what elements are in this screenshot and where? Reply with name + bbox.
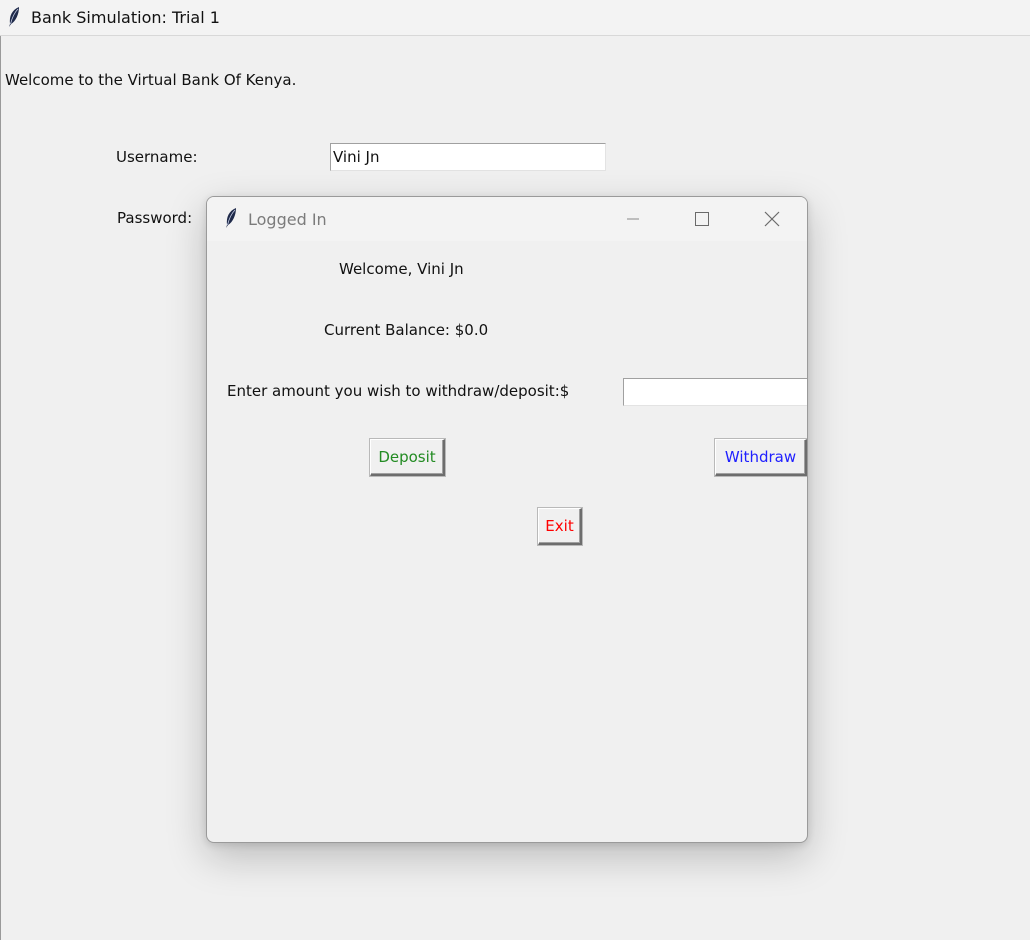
exit-button[interactable]: Exit — [538, 508, 582, 545]
dialog-content: Welcome, Vini Jn Current Balance: $0.0 E… — [207, 241, 807, 842]
withdraw-button[interactable]: Withdraw — [715, 439, 807, 476]
feather-icon — [226, 208, 236, 228]
amount-field[interactable] — [623, 378, 807, 406]
close-icon — [764, 211, 780, 227]
logged-in-dialog: Logged In Welcome, Vini Jn Current Balan… — [206, 196, 808, 843]
amount-prompt-label: Enter amount you wish to withdraw/deposi… — [227, 382, 570, 400]
minimize-button[interactable] — [610, 197, 656, 241]
close-button[interactable] — [749, 197, 795, 241]
minimize-icon — [627, 218, 639, 220]
balance-label: Current Balance: $0.0 — [324, 321, 489, 339]
feather-icon — [9, 7, 19, 27]
maximize-icon — [695, 212, 709, 226]
username-label: Username: — [116, 148, 198, 166]
main-titlebar[interactable]: Bank Simulation: Trial 1 — [0, 0, 1030, 36]
dialog-titlebar[interactable]: Logged In — [207, 197, 807, 241]
password-label: Password: — [117, 209, 193, 227]
maximize-button[interactable] — [679, 197, 725, 241]
window-border — [0, 36, 1, 940]
greeting-label: Welcome, Vini Jn — [339, 260, 464, 278]
deposit-button[interactable]: Deposit — [370, 439, 445, 476]
welcome-message: Welcome to the Virtual Bank Of Kenya. — [5, 71, 297, 89]
username-field[interactable] — [330, 143, 606, 171]
window-title: Bank Simulation: Trial 1 — [31, 8, 220, 27]
dialog-title: Logged In — [248, 210, 327, 229]
